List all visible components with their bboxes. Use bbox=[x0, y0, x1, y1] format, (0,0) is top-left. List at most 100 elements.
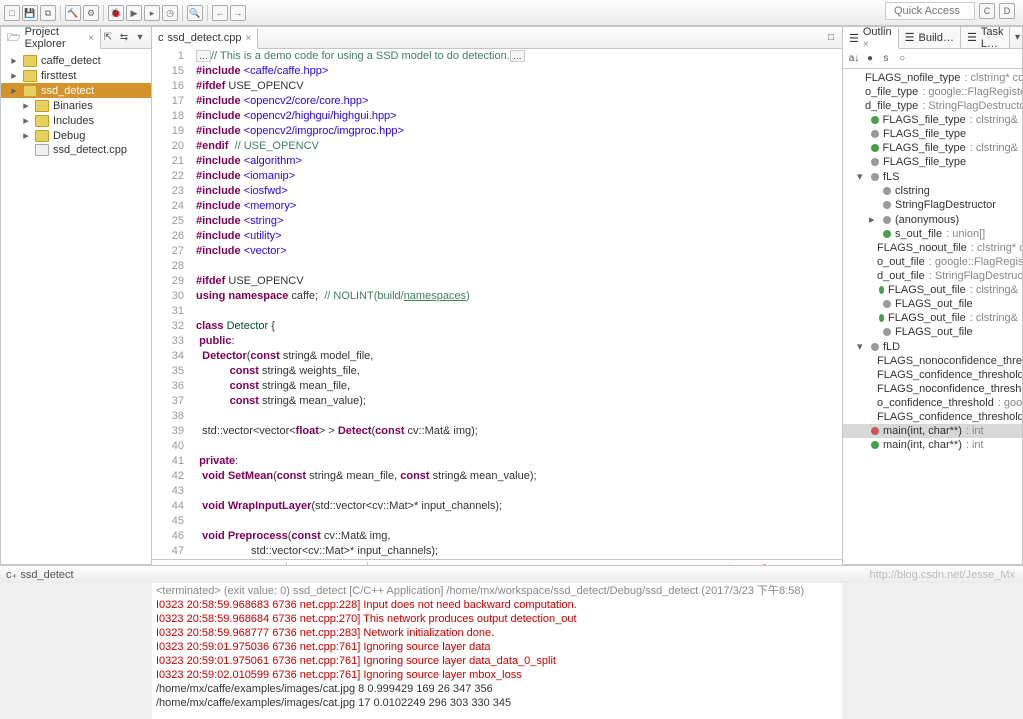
outline-item[interactable]: FLAGS_out_file : clstring& bbox=[843, 283, 1022, 297]
project-explorer-tab[interactable]: 🗁 Project Explorer × bbox=[1, 28, 101, 49]
code-content[interactable]: #ifdef USE_OPENCV bbox=[192, 274, 304, 289]
outline-item[interactable]: FLAGS_confidence_threshold bbox=[843, 410, 1022, 424]
forward-icon[interactable]: → bbox=[230, 5, 246, 21]
outline-item[interactable]: FLAGS_nofile_type : clstring* const bbox=[843, 71, 1022, 85]
back-icon[interactable]: ← bbox=[212, 5, 228, 21]
code-line[interactable]: 25#include <string> bbox=[152, 214, 842, 229]
expand-arrow-icon[interactable]: ▸ bbox=[9, 84, 19, 97]
console-line[interactable]: I0323 20:59:01.975036 6736 net.cpp:761] … bbox=[156, 640, 838, 654]
code-content[interactable]: #include <iosfwd> bbox=[192, 184, 288, 199]
project-tree[interactable]: ▸caffe_detect▸firsttest▸ssd_detect▸Binar… bbox=[1, 49, 151, 564]
outline-item[interactable]: FLAGS_file_type : clstring& bbox=[843, 113, 1022, 127]
outline-item[interactable]: FLAGS_confidence_threshold : dou bbox=[843, 368, 1022, 382]
console-line[interactable]: I0323 20:59:01.975061 6736 net.cpp:761] … bbox=[156, 654, 838, 668]
code-line[interactable]: 40 bbox=[152, 439, 842, 454]
console-line[interactable]: I0323 20:58:59.968683 6736 net.cpp:228] … bbox=[156, 598, 838, 612]
outline-item[interactable]: FLAGS_nonoconfidence_threshold bbox=[843, 354, 1022, 368]
expand-arrow-icon[interactable]: ▸ bbox=[9, 69, 19, 82]
console-line[interactable]: /home/mx/caffe/examples/images/cat.jpg 1… bbox=[156, 696, 838, 710]
outline-item[interactable]: StringFlagDestructor bbox=[843, 198, 1022, 212]
code-line[interactable]: 23#include <iosfwd> bbox=[152, 184, 842, 199]
code-line[interactable]: 19#include <opencv2/imgproc/imgproc.hpp> bbox=[152, 124, 842, 139]
code-line[interactable]: 15#include <caffe/caffe.hpp> bbox=[152, 64, 842, 79]
code-line[interactable]: 35 const string& weights_file, bbox=[152, 364, 842, 379]
save-icon[interactable]: 💾 bbox=[22, 5, 38, 21]
perspective-debug-icon[interactable]: D bbox=[999, 3, 1015, 19]
tree-item-caffe_detect[interactable]: ▸caffe_detect bbox=[1, 53, 151, 68]
outline-item[interactable]: main(int, char**) : int bbox=[843, 424, 1022, 438]
code-content[interactable]: Detector(const string& model_file, bbox=[192, 349, 373, 364]
code-content[interactable]: #include <opencv2/core/core.hpp> bbox=[192, 94, 368, 109]
outline-tab-task-l[interactable]: ☰Task L… bbox=[961, 27, 1011, 48]
code-content[interactable] bbox=[192, 484, 196, 499]
outline-item[interactable]: o_confidence_threshold : google::F bbox=[843, 396, 1022, 410]
code-content[interactable] bbox=[192, 304, 196, 319]
code-line[interactable]: 44 void WrapInputLayer(std::vector<cv::M… bbox=[152, 499, 842, 514]
code-line[interactable]: 36 const string& mean_file, bbox=[152, 379, 842, 394]
code-line[interactable]: 42 void SetMean(const string& mean_file,… bbox=[152, 469, 842, 484]
code-content[interactable] bbox=[192, 409, 196, 424]
code-content[interactable]: #include <string> bbox=[192, 214, 283, 229]
code-line[interactable]: 24#include <memory> bbox=[152, 199, 842, 214]
code-line[interactable]: 31 bbox=[152, 304, 842, 319]
build-all-icon[interactable]: ⚙ bbox=[83, 5, 99, 21]
collapse-all-icon[interactable]: ⇱ bbox=[101, 31, 115, 45]
outline-item[interactable]: FLAGS_noconfidence_threshold : d bbox=[843, 382, 1022, 396]
sort-icon[interactable]: a↓ bbox=[847, 52, 861, 66]
code-content[interactable]: #endif // USE_OPENCV bbox=[192, 139, 319, 154]
code-content[interactable]: #include <opencv2/highgui/highgui.hpp> bbox=[192, 109, 397, 124]
code-line[interactable]: 37 const string& mean_value); bbox=[152, 394, 842, 409]
new-icon[interactable]: □ bbox=[4, 5, 20, 21]
close-icon[interactable]: × bbox=[863, 39, 869, 50]
code-content[interactable]: void WrapInputLayer(std::vector<cv::Mat>… bbox=[192, 499, 502, 514]
code-line[interactable]: 32class Detector { bbox=[152, 319, 842, 334]
code-content[interactable]: #include <caffe/caffe.hpp> bbox=[192, 64, 328, 79]
view-menu-icon[interactable]: ▾ bbox=[133, 31, 147, 45]
outline-item[interactable]: FLAGS_out_file bbox=[843, 325, 1022, 339]
code-content[interactable]: class Detector { bbox=[192, 319, 275, 334]
outline-item[interactable]: FLAGS_out_file : clstring& bbox=[843, 311, 1022, 325]
code-line[interactable]: 46 void Preprocess(const cv::Mat& img, bbox=[152, 529, 842, 544]
outline-item[interactable]: main(int, char**) : int bbox=[843, 438, 1022, 452]
code-line[interactable]: 33 public: bbox=[152, 334, 842, 349]
search-icon[interactable]: 🔍 bbox=[187, 5, 203, 21]
code-line[interactable]: 21#include <algorithm> bbox=[152, 154, 842, 169]
console-line[interactable]: I0323 20:58:59.968777 6736 net.cpp:283] … bbox=[156, 626, 838, 640]
expand-arrow-icon[interactable]: ▸ bbox=[21, 114, 31, 127]
code-line[interactable]: 30using namespace caffe; // NOLINT(build… bbox=[152, 289, 842, 304]
outline-item[interactable]: d_file_type : StringFlagDestructor bbox=[843, 99, 1022, 113]
profile-icon[interactable]: ◷ bbox=[162, 5, 178, 21]
outline-tab-build[interactable]: ☰Build… bbox=[899, 27, 961, 48]
code-content[interactable] bbox=[192, 514, 196, 529]
hide-static-icon[interactable]: s bbox=[879, 52, 893, 66]
code-line[interactable]: 27#include <vector> bbox=[152, 244, 842, 259]
maximize-icon[interactable]: □ bbox=[824, 31, 838, 45]
code-line[interactable]: 16#ifdef USE_OPENCV bbox=[152, 79, 842, 94]
code-line[interactable]: 18#include <opencv2/highgui/highgui.hpp> bbox=[152, 109, 842, 124]
build-icon[interactable]: 🔨 bbox=[65, 5, 81, 21]
code-content[interactable]: #include <algorithm> bbox=[192, 154, 302, 169]
hide-fields-icon[interactable]: ● bbox=[863, 52, 877, 66]
expand-arrow-icon[interactable]: ▸ bbox=[9, 54, 19, 67]
console-output[interactable]: <terminated> (exit value: 0) ssd_detect … bbox=[152, 582, 842, 719]
code-line[interactable]: 17#include <opencv2/core/core.hpp> bbox=[152, 94, 842, 109]
outline-item[interactable]: clstring bbox=[843, 184, 1022, 198]
outline-item[interactable]: ▾fLS bbox=[843, 169, 1022, 184]
outline-item[interactable]: ▸(anonymous) bbox=[843, 212, 1022, 227]
close-icon[interactable]: × bbox=[88, 33, 94, 44]
code-line[interactable]: 26#include <utility> bbox=[152, 229, 842, 244]
code-line[interactable]: 29#ifdef USE_OPENCV bbox=[152, 274, 842, 289]
tree-item-binaries[interactable]: ▸Binaries bbox=[1, 98, 151, 113]
code-content[interactable]: #include <opencv2/imgproc/imgproc.hpp> bbox=[192, 124, 404, 139]
code-content[interactable]: using namespace caffe; // NOLINT(build/n… bbox=[192, 289, 470, 304]
outline-item[interactable]: s_out_file : union[] bbox=[843, 227, 1022, 241]
view-menu-icon[interactable]: ▾ bbox=[1010, 31, 1023, 45]
code-content[interactable]: #include <memory> bbox=[192, 199, 296, 214]
expand-arrow-icon[interactable]: ▸ bbox=[21, 99, 31, 112]
outline-item[interactable]: FLAGS_file_type bbox=[843, 127, 1022, 141]
expand-arrow-icon[interactable]: ▾ bbox=[857, 170, 867, 183]
outline-tree[interactable]: FLAGS_nofile_type : clstring* consto_fil… bbox=[843, 69, 1022, 564]
outline-item[interactable]: o_file_type : google::FlagRegisterer bbox=[843, 85, 1022, 99]
debug-icon[interactable]: 🐞 bbox=[108, 5, 124, 21]
tree-item-firsttest[interactable]: ▸firsttest bbox=[1, 68, 151, 83]
